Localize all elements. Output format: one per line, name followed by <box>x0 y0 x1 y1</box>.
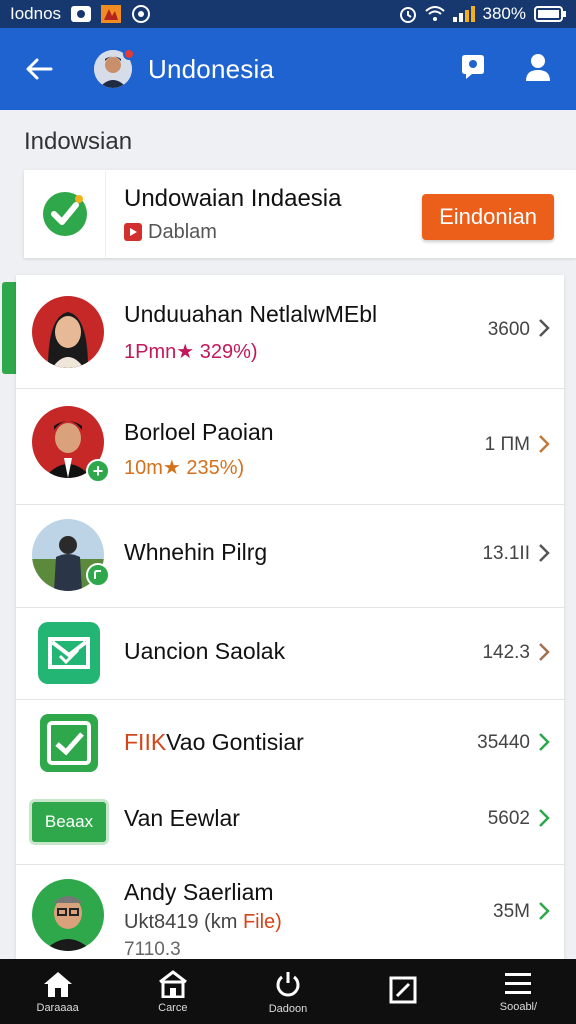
bottom-navigation: Daraaaa Carce Dadoon Sooabl/ <box>0 959 576 1024</box>
featured-name: Undowaian Indaesia <box>124 184 342 212</box>
eye-icon <box>71 6 92 22</box>
list-item[interactable]: Unduuahan NetlalwMEbl 1Pmn★ 329%) 3600 <box>16 275 564 389</box>
list-item[interactable]: Whnehin Pilrg 13.1ΙΙ <box>16 505 564 608</box>
chevron-right-icon <box>539 544 550 562</box>
item-name: Whnehin Pilrg <box>124 539 268 565</box>
avatar <box>32 296 104 368</box>
checkbox-icon <box>40 714 98 772</box>
battery-percent: 380% <box>482 4 526 23</box>
store-icon <box>158 969 187 998</box>
item-name: Van Eewlar <box>124 805 240 831</box>
item-value: 5602 <box>487 808 530 829</box>
account-avatar[interactable] <box>94 48 135 88</box>
status-bar: Iodnos 380% <box>0 0 576 28</box>
item-name-prefix: FIIK <box>124 729 167 755</box>
item-value: 35440 <box>477 732 530 753</box>
list-item[interactable]: Uancion Saolak 142.3 <box>16 608 564 700</box>
item-name-text: Vao Gontisiar <box>166 729 304 755</box>
alarm-icon <box>399 5 417 23</box>
item-name: Andy Saerliam <box>124 879 274 905</box>
selected-indicator <box>2 282 16 374</box>
avatar <box>32 879 104 951</box>
chevron-right-icon <box>539 319 550 337</box>
nav-store[interactable]: Carce <box>115 959 230 1024</box>
back-button[interactable] <box>14 44 64 94</box>
nav-label: Daraaaa <box>36 1001 79 1014</box>
nav-edit[interactable] <box>346 959 461 1024</box>
status-badge: Beaax <box>32 802 106 842</box>
battery-icon <box>534 6 566 22</box>
featured-card[interactable]: Undowaian Indaesia Dablam Eindonian <box>24 170 576 258</box>
page-title: Undonesia <box>148 53 275 84</box>
app-bar: Undonesia <box>0 28 576 110</box>
mail-check-icon <box>38 622 100 684</box>
nav-power[interactable]: Dadoon <box>230 959 345 1024</box>
nav-menu[interactable]: Sooabl/ <box>461 959 576 1024</box>
signal-icon <box>452 6 475 22</box>
menu-icon <box>505 972 532 994</box>
item-name: Borloel Paoian <box>124 419 274 445</box>
list-item[interactable]: + Borloel Paoian 10m★ 235%) 1 ΠM <box>16 389 564 505</box>
profile-icon[interactable] <box>524 52 552 87</box>
chevron-right-icon <box>539 809 550 827</box>
checkmark-logo-icon <box>42 192 87 236</box>
home-icon <box>43 971 72 997</box>
featured-action-button[interactable]: Eindonian <box>422 194 554 240</box>
back-arrow-icon <box>26 58 53 80</box>
status-badge-icon <box>86 563 110 587</box>
notification-dot <box>123 48 135 60</box>
item-value: 142.3 <box>482 642 530 663</box>
wifi-icon <box>424 6 445 22</box>
edit-icon <box>389 976 417 1003</box>
play-icon <box>124 223 142 241</box>
nav-label: Dadoon <box>268 1002 308 1015</box>
chevron-right-icon <box>539 733 550 751</box>
section-title: Indowsian <box>24 128 133 155</box>
item-value: 1 ΠM <box>484 434 530 455</box>
item-meta: 10m★ 235%) <box>124 457 245 479</box>
item-value: 13.1ΙΙ <box>482 543 530 564</box>
chevron-right-icon <box>539 902 550 920</box>
item-extra: 7110.3 <box>124 939 181 959</box>
carrier-label: Iodnos <box>10 4 62 23</box>
chevron-right-icon <box>539 435 550 453</box>
nav-home[interactable]: Daraaaa <box>0 959 115 1024</box>
featured-logo <box>24 171 106 257</box>
item-meta: Ukt8419 (km File) <box>124 911 282 934</box>
item-name: FIIKVao Gontisiar <box>124 729 304 756</box>
nav-label: Sooabl/ <box>499 1000 538 1013</box>
item-meta-text: Ukt8419 (km <box>124 911 238 933</box>
item-name: Uancion Saolak <box>124 638 286 664</box>
chat-icon[interactable] <box>458 52 488 87</box>
item-meta-highlight: File) <box>242 911 282 933</box>
vpn-icon <box>131 4 151 24</box>
list-item[interactable]: FIIKVao Gontisiar 35440 <box>16 700 564 788</box>
app-icon <box>101 5 122 23</box>
list-item[interactable]: Andy Saerliam Ukt8419 (km File) 7110.3 3… <box>16 865 564 959</box>
list-item[interactable]: Beaax Van Eewlar 5602 <box>16 788 564 865</box>
nav-label: Carce <box>158 1001 188 1014</box>
item-value: 35M <box>493 901 530 922</box>
chevron-right-icon <box>539 643 550 661</box>
item-list: Unduuahan NetlalwMEbl 1Pmn★ 329%) 3600 +… <box>16 275 564 959</box>
featured-subtitle: Dablam <box>148 220 217 243</box>
item-name: Unduuahan NetlalwMEbl <box>124 301 378 327</box>
item-value: 3600 <box>487 319 530 340</box>
item-meta: 1Pmn★ 329%) <box>124 341 258 363</box>
add-badge-icon: + <box>86 459 110 483</box>
power-icon <box>276 971 300 996</box>
